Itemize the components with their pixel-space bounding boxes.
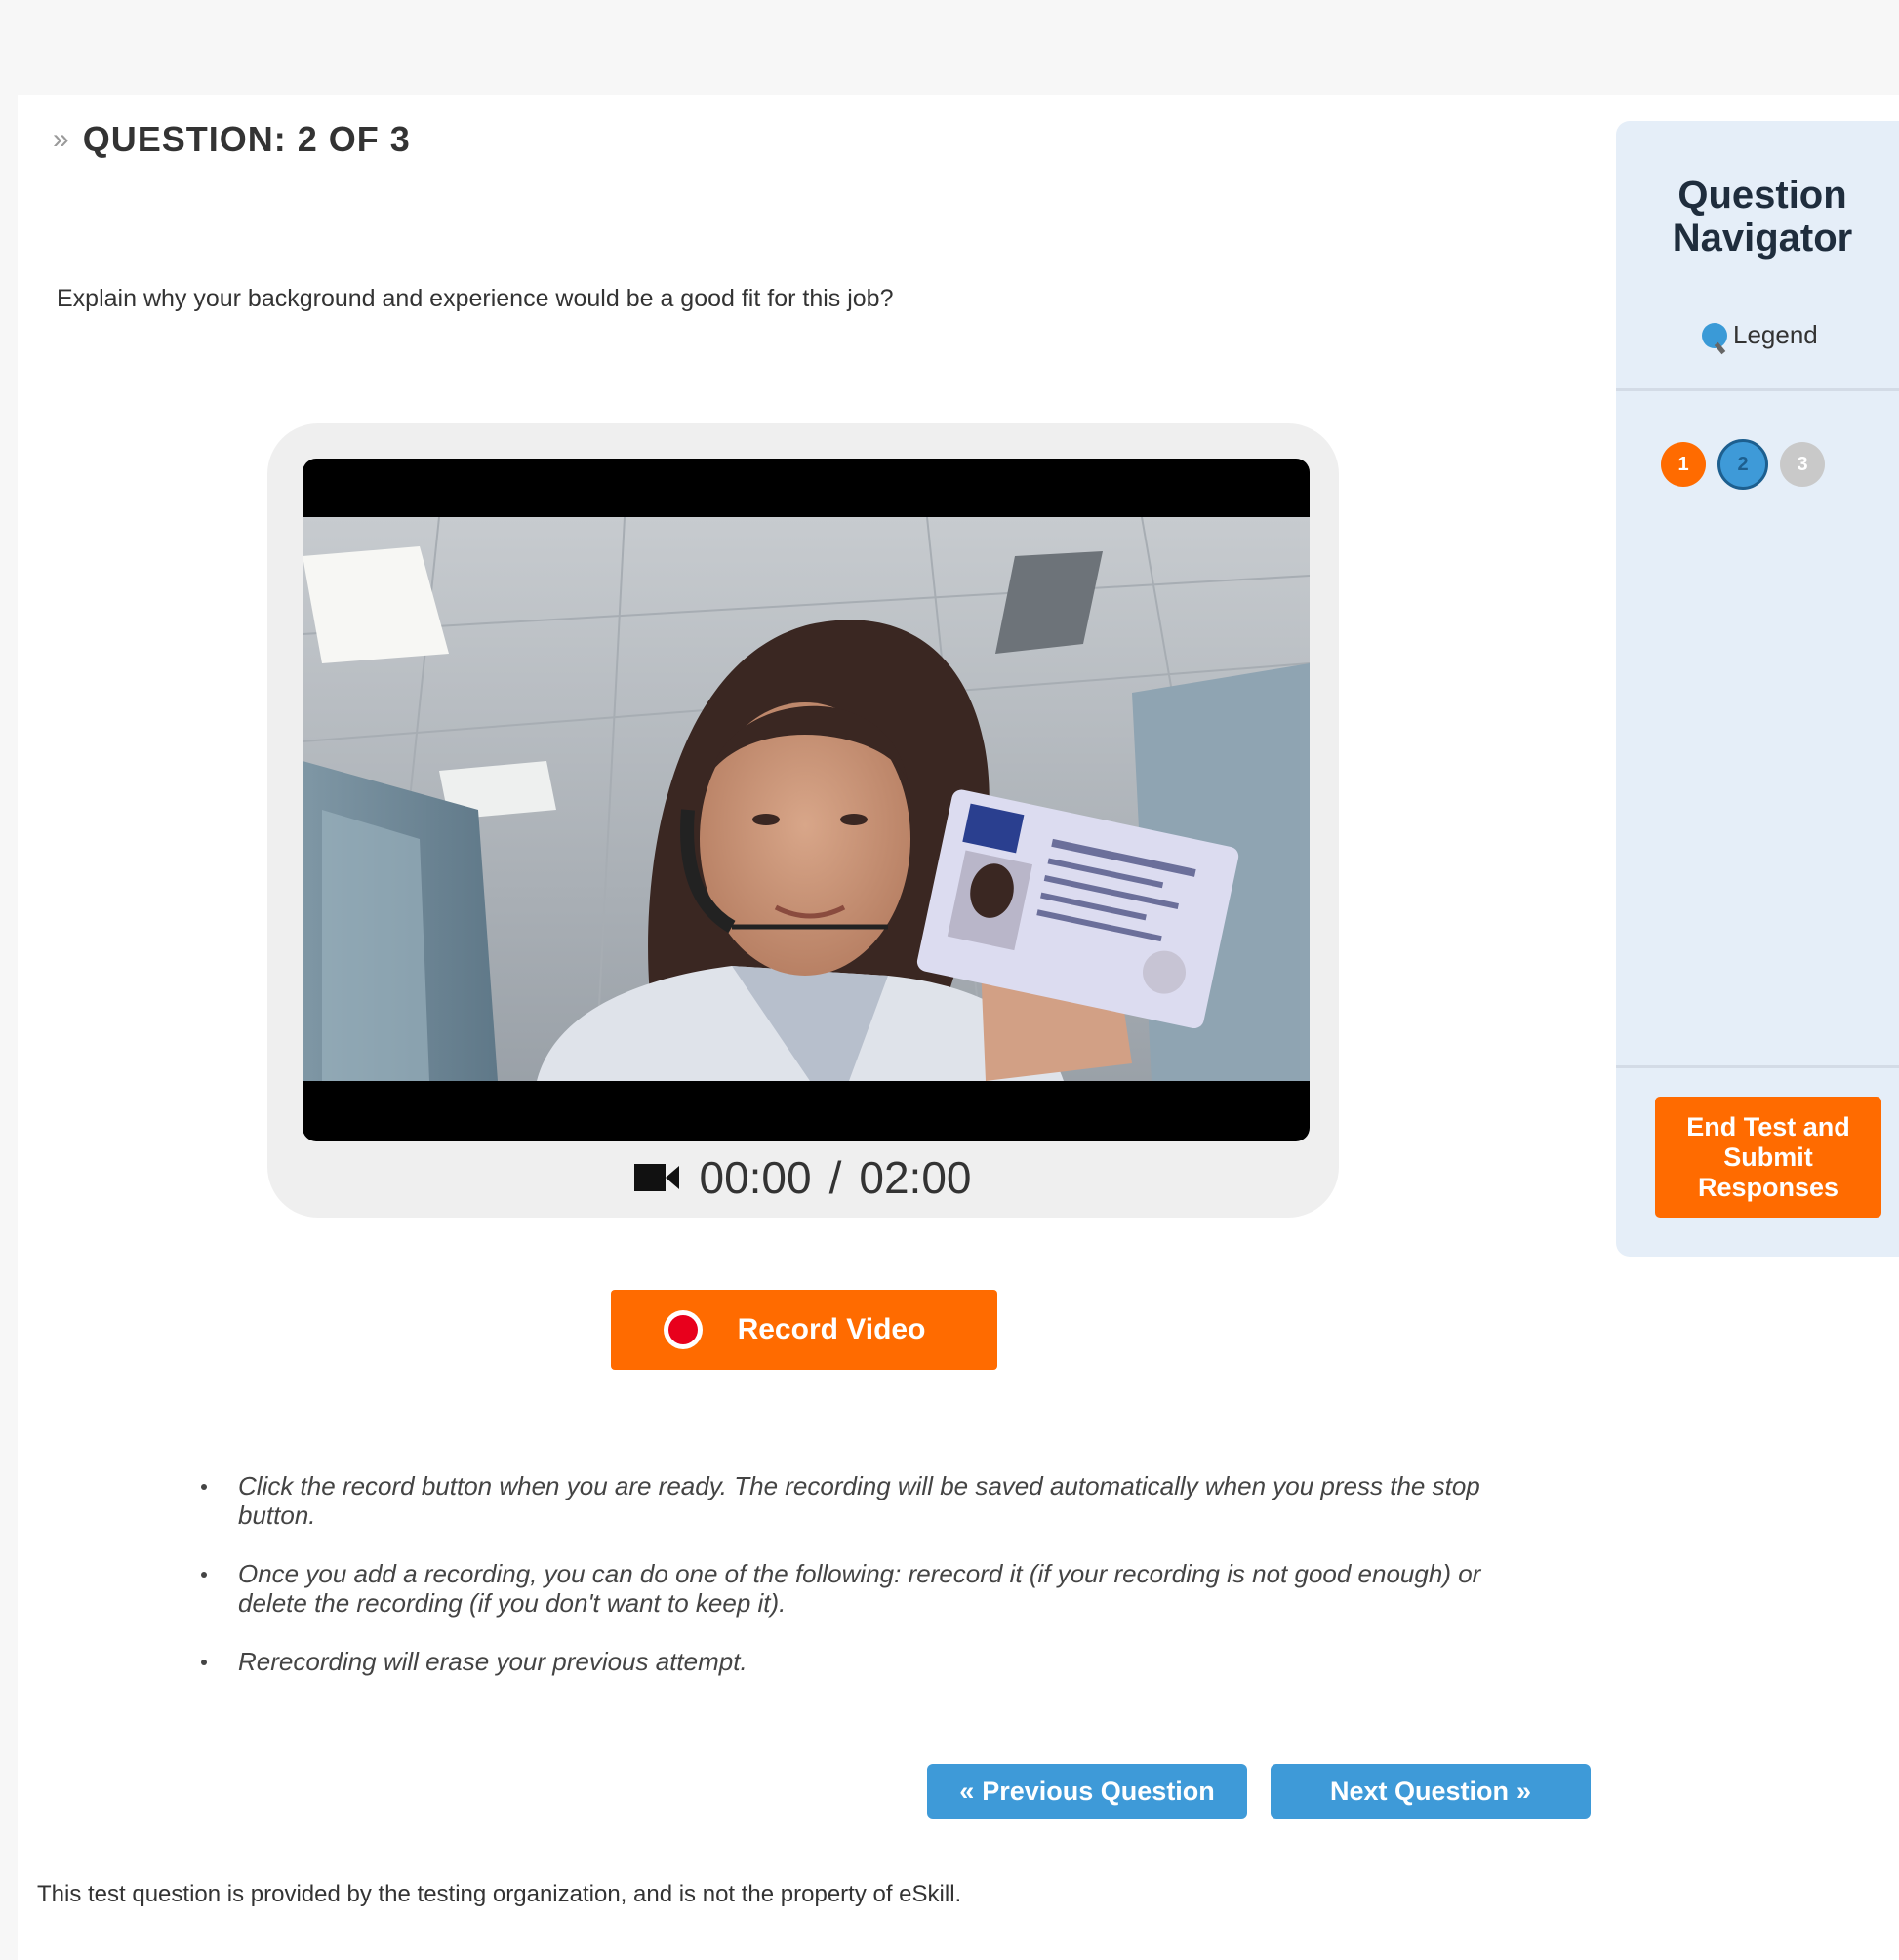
timer-limit: 02:00 <box>859 1152 972 1203</box>
instruction-item: Once you add a recording, you can do one… <box>199 1559 1487 1618</box>
previous-question-button[interactable]: « Previous Question <box>927 1764 1247 1819</box>
video-camera-icon <box>634 1162 681 1193</box>
previous-question-label: Previous Question <box>982 1776 1215 1806</box>
instruction-item: Click the record button when you are rea… <box>199 1471 1487 1530</box>
magnifier-icon <box>1702 322 1727 348</box>
legend-link[interactable]: Legend <box>1702 320 1818 350</box>
video-preview[interactable] <box>303 459 1310 1141</box>
divider <box>1616 388 1899 391</box>
legend-label: Legend <box>1733 320 1818 349</box>
divider <box>1616 1065 1899 1068</box>
webcam-feed-image <box>303 517 1310 1081</box>
recording-timer: 00:00 / 02:00 <box>267 1151 1339 1204</box>
timer-elapsed: 00:00 <box>699 1152 812 1203</box>
record-button-label: Record Video <box>737 1313 926 1345</box>
question-dot-1[interactable]: 1 <box>1661 442 1706 487</box>
double-chevron-left-icon: « <box>959 1776 975 1806</box>
question-text: Explain why your background and experien… <box>57 285 894 312</box>
navigator-title: Question Navigator <box>1672 174 1853 260</box>
record-video-button[interactable]: Record Video <box>611 1290 997 1370</box>
question-dot-3[interactable]: 3 <box>1780 442 1825 487</box>
question-dots: 1 2 3 <box>1661 439 1825 490</box>
question-navigator-panel: Question Navigator Legend 1 2 3 End Test… <box>1616 121 1899 1257</box>
question-counter: QUESTION: 2 OF 3 <box>82 119 411 159</box>
instructions-list: Click the record button when you are rea… <box>199 1471 1487 1705</box>
question-dot-2[interactable]: 2 <box>1717 439 1768 490</box>
end-test-button[interactable]: End Test and Submit Responses <box>1655 1097 1881 1218</box>
double-chevron-icon: » <box>53 123 69 155</box>
next-question-label: Next Question <box>1329 1776 1509 1806</box>
timer-separator: / <box>828 1152 842 1203</box>
next-question-button[interactable]: Next Question » <box>1271 1764 1591 1819</box>
double-chevron-right-icon: » <box>1516 1776 1532 1806</box>
instruction-item: Rerecording will erase your previous att… <box>199 1647 1487 1676</box>
disclaimer-text: This test question is provided by the te… <box>37 1881 962 1907</box>
question-header: » QUESTION: 2 OF 3 <box>53 119 411 160</box>
record-dot-icon <box>663 1310 703 1349</box>
video-recorder: 00:00 / 02:00 <box>267 423 1339 1218</box>
